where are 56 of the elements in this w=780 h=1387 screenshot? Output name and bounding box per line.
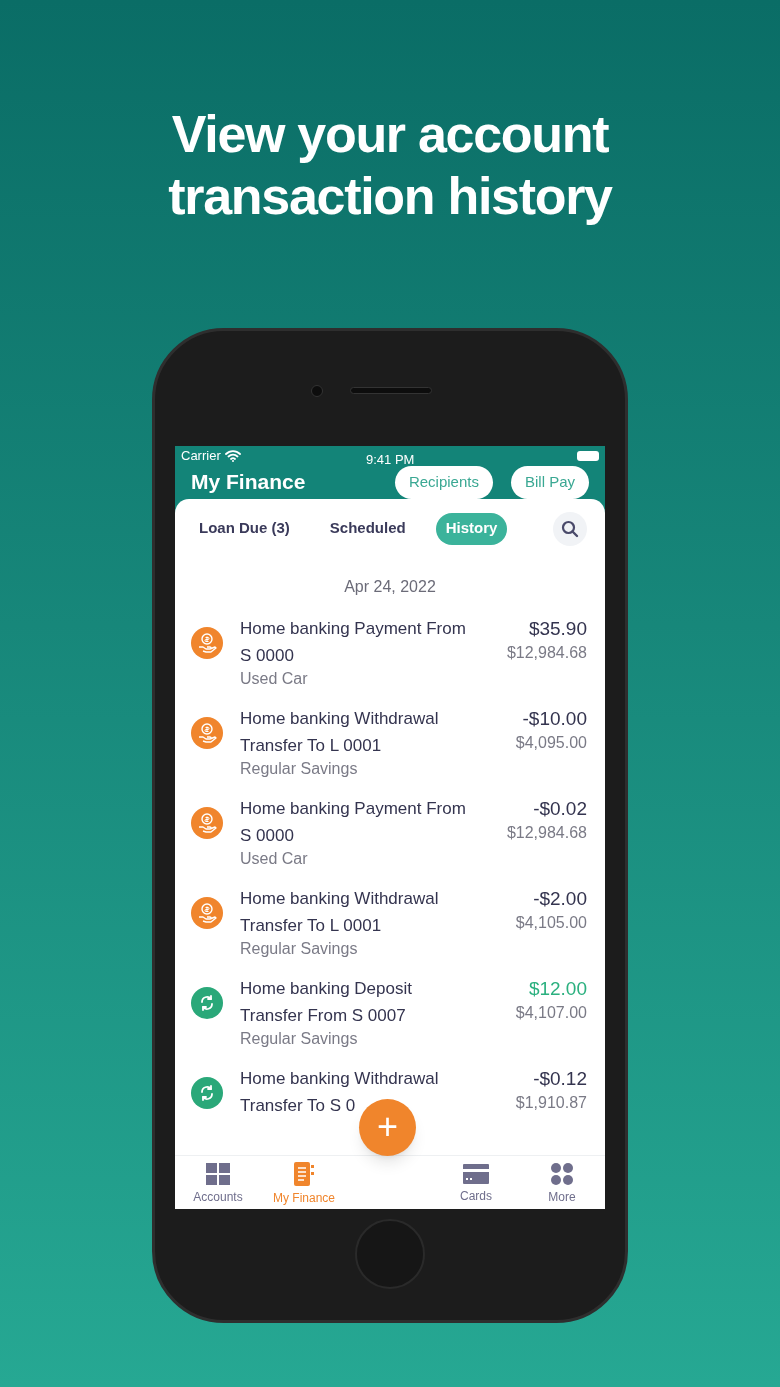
header-button[interactable]: Bill Pay bbox=[510, 465, 589, 499]
transaction-amount: $35.90 bbox=[528, 616, 587, 641]
notebook-icon bbox=[292, 1161, 316, 1187]
balance-amount: $12,984.68 bbox=[506, 822, 587, 843]
dots-icon bbox=[550, 1162, 574, 1186]
transaction-amount: -$0.02 bbox=[533, 796, 587, 821]
balance-amount: $1,910.87 bbox=[515, 1092, 587, 1113]
transaction-detail: Transfer To L 0001 bbox=[240, 914, 383, 937]
headline: View your account bbox=[171, 104, 609, 165]
transaction-detail: Transfer From S 0007 bbox=[240, 1004, 407, 1027]
transaction-title: Home banking Payment From bbox=[240, 617, 467, 640]
transaction-title: Home banking Withdrawal bbox=[240, 1067, 440, 1090]
transaction-title: Home banking Withdrawal bbox=[240, 887, 440, 910]
account-name: Regular Savings bbox=[240, 938, 359, 959]
balance-amount: $4,107.00 bbox=[515, 1002, 587, 1023]
coin-hand-icon bbox=[191, 806, 223, 839]
balance-amount: $12,984.68 bbox=[506, 642, 587, 663]
transaction-title: Home banking Deposit bbox=[240, 977, 413, 1000]
transaction-amount: -$2.00 bbox=[533, 886, 587, 911]
nav-tab[interactable]: Cards bbox=[433, 1163, 519, 1205]
balance-amount: $4,105.00 bbox=[515, 912, 587, 933]
transaction-amount: -$0.12 bbox=[533, 1066, 587, 1091]
tab[interactable]: Loan Due (3) bbox=[189, 512, 300, 545]
account-name: Used Car bbox=[240, 668, 309, 689]
transaction-amount: $12.00 bbox=[528, 976, 587, 1001]
nav-tab[interactable]: More bbox=[519, 1162, 605, 1206]
date-header: Apr 24, 2022 bbox=[344, 576, 436, 597]
transaction-detail: S 0000 bbox=[240, 824, 295, 847]
carrier-label: Carrier bbox=[181, 447, 221, 465]
transaction-title: Home banking Withdrawal bbox=[240, 707, 440, 730]
coin-hand-icon bbox=[191, 716, 223, 749]
search-button[interactable] bbox=[553, 511, 587, 546]
transaction-title: Home banking Payment From bbox=[240, 797, 467, 820]
account-name: Used Car bbox=[240, 848, 309, 869]
page-title: My Finance bbox=[191, 469, 306, 496]
balance-amount: $4,095.00 bbox=[515, 732, 587, 753]
headline: transaction history bbox=[168, 166, 612, 227]
wifi-icon bbox=[224, 449, 241, 462]
tab[interactable]: Scheduled bbox=[319, 512, 416, 545]
nav-tab[interactable]: Accounts bbox=[175, 1162, 261, 1206]
sync-icon bbox=[191, 986, 223, 1019]
grid-icon bbox=[205, 1162, 231, 1186]
search-icon bbox=[561, 519, 579, 538]
account-name: Regular Savings bbox=[240, 1028, 359, 1049]
battery-icon bbox=[577, 450, 599, 461]
transaction-detail: Transfer To L 0001 bbox=[240, 734, 383, 757]
header-button[interactable]: Recipients bbox=[394, 465, 493, 499]
transaction-amount: -$10.00 bbox=[522, 706, 587, 731]
card-icon bbox=[462, 1163, 490, 1185]
sync-icon bbox=[191, 1076, 223, 1109]
transaction-detail: S 0000 bbox=[240, 644, 295, 667]
transaction-detail: Transfer To S 0 bbox=[240, 1094, 357, 1117]
account-name: Regular Savings bbox=[240, 758, 359, 779]
nav-tab[interactable]: My Finance bbox=[261, 1161, 347, 1207]
coin-hand-icon bbox=[191, 896, 223, 929]
coin-hand-icon bbox=[191, 626, 223, 659]
